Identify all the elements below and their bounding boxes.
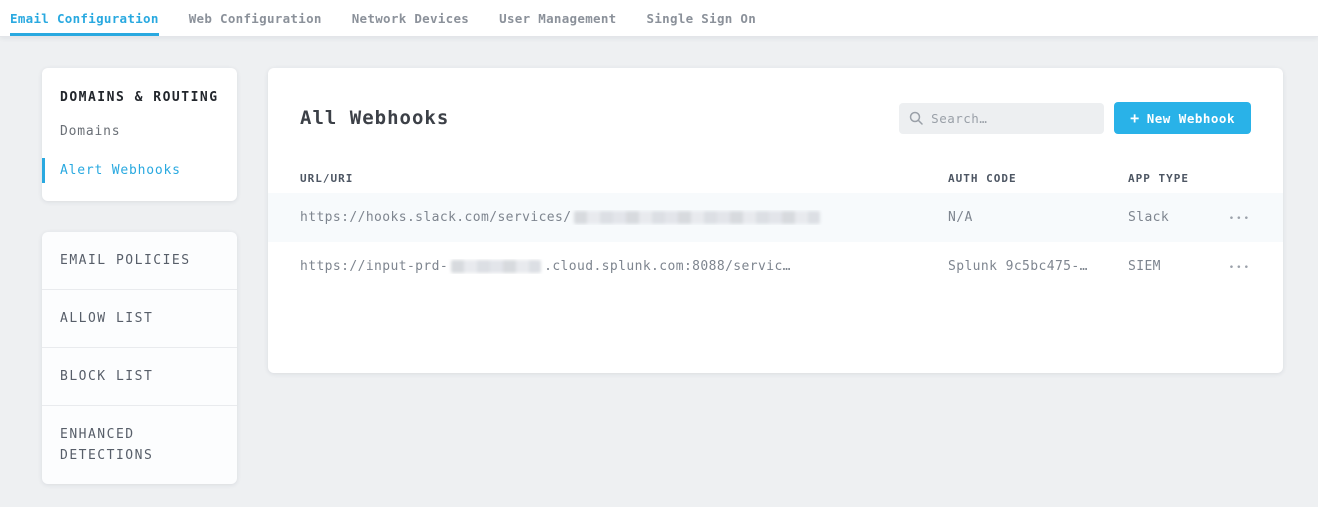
sidebar: DOMAINS & ROUTING Domains Alert Webhooks… [42,68,237,484]
row-menu-ellipsis-icon[interactable]: ••• [1229,214,1251,224]
domains-routing-title: DOMAINS & ROUTING [42,90,237,105]
auth-code-cell: Splunk 9c5bc475-… [948,259,1128,274]
webhook-url-cell: https://input-prd- .cloud.splunk.com:808… [300,259,948,274]
redacted-url-segment [574,211,820,224]
webhook-url-suffix: .cloud.splunk.com:8088/servic… [544,259,791,274]
sidebar-item-enhanced-detections[interactable]: ENHANCED DETECTIONS [42,406,237,484]
page-title: All Webhooks [300,107,449,129]
all-webhooks-panel: All Webhooks + New Webhook URL/URI AUTH … [268,68,1283,373]
table-row: https://input-prd- .cloud.splunk.com:808… [268,242,1283,291]
redacted-url-segment [451,260,541,273]
sidebar-item-domains[interactable]: Domains [42,119,237,144]
webhook-url-cell: https://hooks.slack.com/services/ [300,210,948,225]
column-header-url: URL/URI [300,172,948,185]
new-webhook-button[interactable]: + New Webhook [1114,102,1251,134]
app-type-cell: SIEM [1128,259,1196,274]
webhook-url-prefix: https://hooks.slack.com/services/ [300,210,571,225]
plus-icon: + [1130,109,1140,127]
auth-code-cell: N/A [948,210,1128,225]
tab-email-configuration[interactable]: Email Configuration [10,0,159,36]
table-header-row: URL/URI AUTH CODE APP TYPE [268,164,1283,193]
sidebar-item-alert-webhooks[interactable]: Alert Webhooks [42,158,237,183]
sidebar-item-email-policies[interactable]: EMAIL POLICIES [42,232,237,290]
column-header-app: APP TYPE [1128,172,1196,185]
table-row: https://hooks.slack.com/services/ N/A Sl… [268,193,1283,242]
page-content: DOMAINS & ROUTING Domains Alert Webhooks… [0,37,1318,484]
row-menu-ellipsis-icon[interactable]: ••• [1229,263,1251,273]
tab-single-sign-on[interactable]: Single Sign On [647,0,757,36]
search-box[interactable] [899,103,1104,134]
panel-header: All Webhooks + New Webhook [268,68,1283,134]
new-webhook-button-label: New Webhook [1147,111,1235,126]
sidebar-section-list: EMAIL POLICIES ALLOW LIST BLOCK LIST ENH… [42,232,237,484]
webhook-url-prefix: https://input-prd- [300,259,448,274]
tab-web-configuration[interactable]: Web Configuration [189,0,322,36]
search-icon [909,111,923,125]
tab-network-devices[interactable]: Network Devices [352,0,469,36]
search-input[interactable] [931,111,1094,126]
app-type-cell: Slack [1128,210,1196,225]
sidebar-item-allow-list[interactable]: ALLOW LIST [42,290,237,348]
column-header-auth: AUTH CODE [948,172,1128,185]
top-tab-bar: Email Configuration Web Configuration Ne… [0,0,1318,37]
domains-routing-card: DOMAINS & ROUTING Domains Alert Webhooks [42,68,237,201]
sidebar-item-block-list[interactable]: BLOCK LIST [42,348,237,406]
tab-user-management[interactable]: User Management [499,0,616,36]
